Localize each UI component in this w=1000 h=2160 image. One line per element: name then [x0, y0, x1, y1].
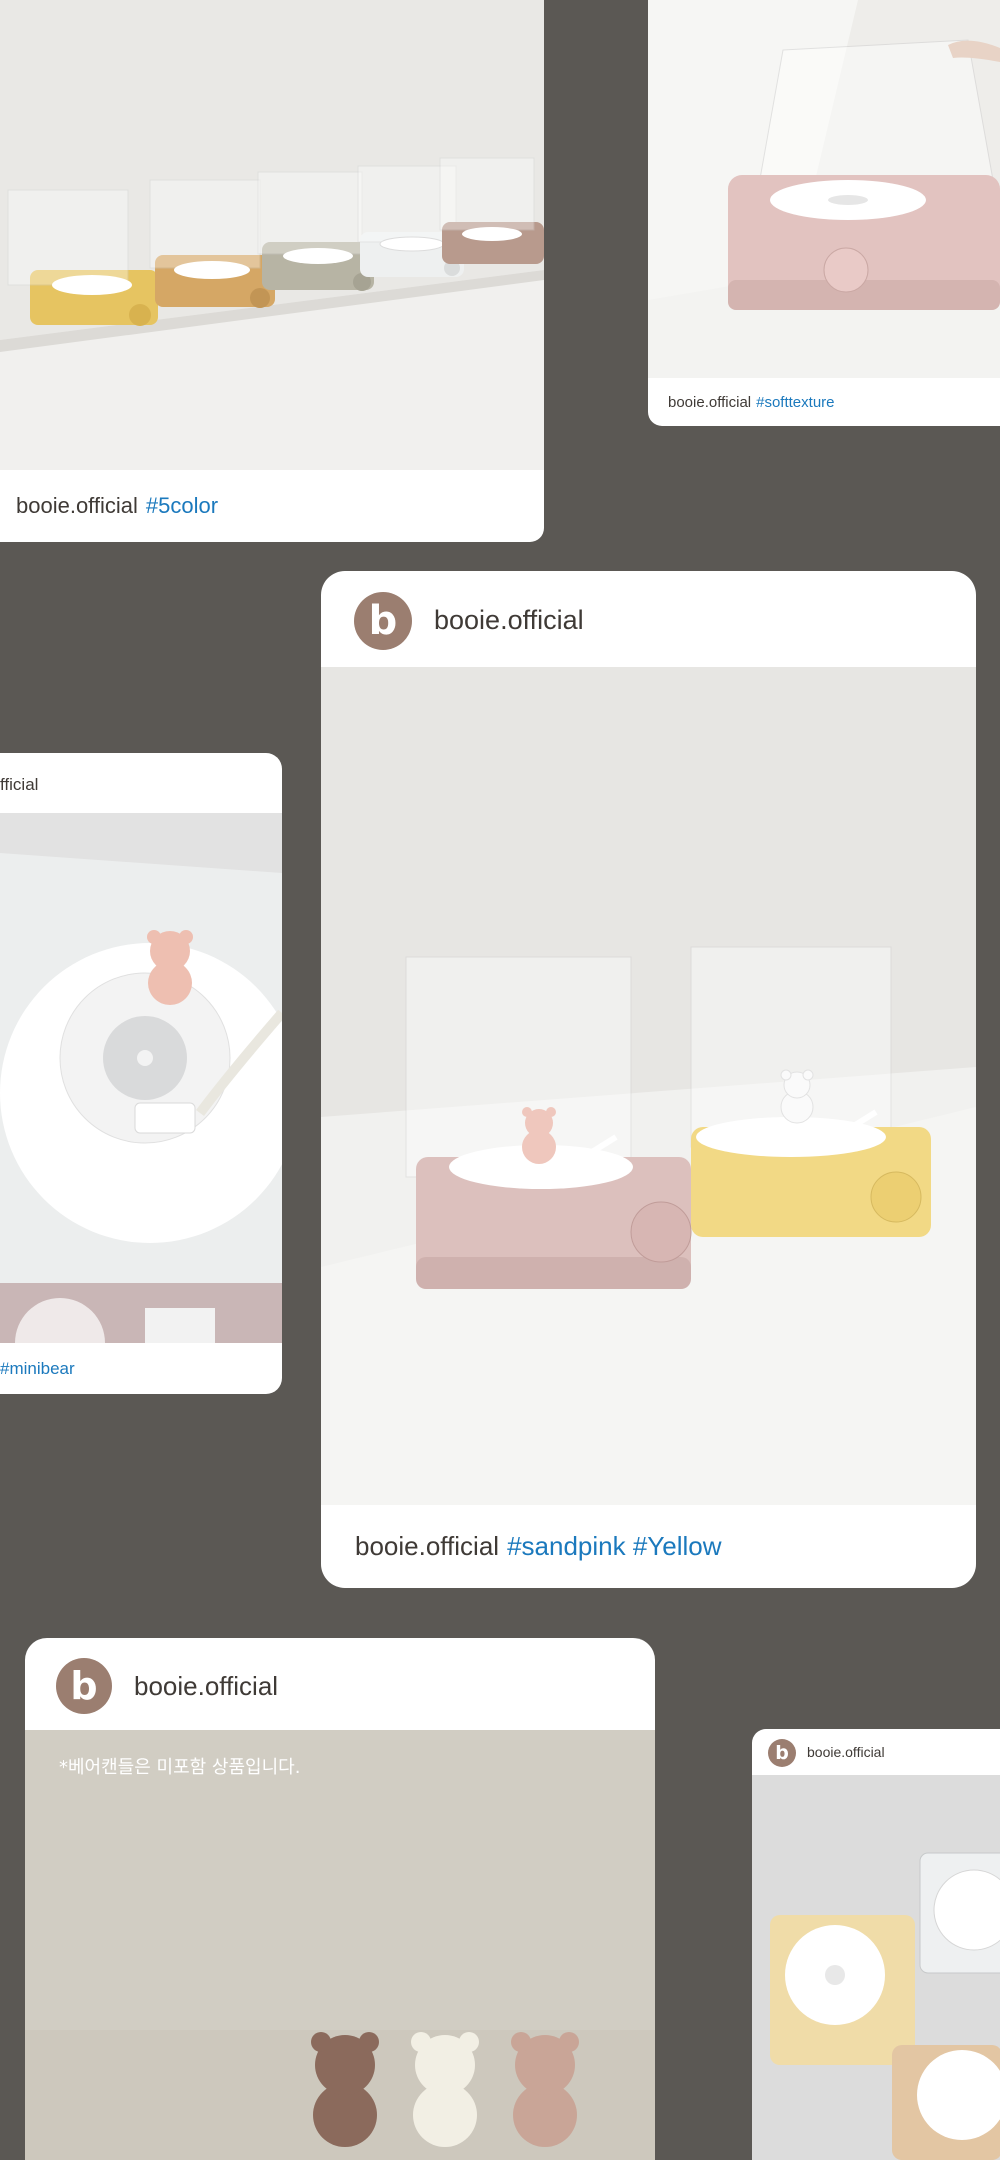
post-card-colors-topview[interactable]: b booie.official [752, 1729, 1000, 2160]
caption-hashtags[interactable]: #softtexture [756, 394, 834, 411]
post-header-username[interactable]: booie.official [134, 1671, 278, 1702]
caption-username[interactable]: booie.official [16, 493, 138, 519]
caption-hashtags[interactable]: #5color [146, 493, 218, 519]
post-header-username[interactable]: booie.official [807, 1744, 885, 1760]
avatar[interactable]: b [354, 592, 412, 650]
post-header-username[interactable]: fficial [0, 775, 38, 795]
post-card-softtexture[interactable]: booie.official #softtexture [648, 0, 1000, 426]
post-header-username[interactable]: booie.official [434, 605, 584, 636]
caption-username[interactable]: booie.official [668, 394, 751, 411]
post-photo-softtexture [648, 0, 1000, 378]
caption-username[interactable]: booie.official [355, 1531, 499, 1562]
avatar[interactable]: b [768, 1739, 796, 1767]
post-photo-5color [0, 0, 544, 470]
post-photo-minibear [0, 813, 282, 1343]
post-card-5color[interactable]: booie.official #5color [0, 0, 544, 542]
post-caption-softtexture: booie.official #softtexture [648, 378, 1000, 426]
post-photo-colors-topview [752, 1775, 1000, 2160]
post-card-minibear[interactable]: fficial #minibear [0, 753, 282, 1394]
post-card-sandpink-yellow[interactable]: b booie.official booie.official #sandpin… [321, 571, 976, 1588]
photo-overlay-note: *베어캔들은 미포함 상품입니다. [59, 1757, 301, 1778]
post-caption-5color: booie.official #5color [0, 470, 544, 542]
post-caption-minibear: #minibear [0, 1343, 282, 1394]
post-photo-bear-candles [25, 1730, 655, 2160]
post-card-bear-candles[interactable]: b booie.official *베어캔들은 미포함 상품입니다. [25, 1638, 655, 2160]
caption-hashtags[interactable]: #minibear [0, 1359, 75, 1379]
caption-hashtags[interactable]: #sandpink #Yellow [507, 1531, 721, 1562]
avatar[interactable]: b [56, 1658, 112, 1714]
post-caption-sandpink-yellow: booie.official #sandpink #Yellow [321, 1505, 976, 1588]
post-photo-sandpink-yellow [321, 667, 976, 1505]
